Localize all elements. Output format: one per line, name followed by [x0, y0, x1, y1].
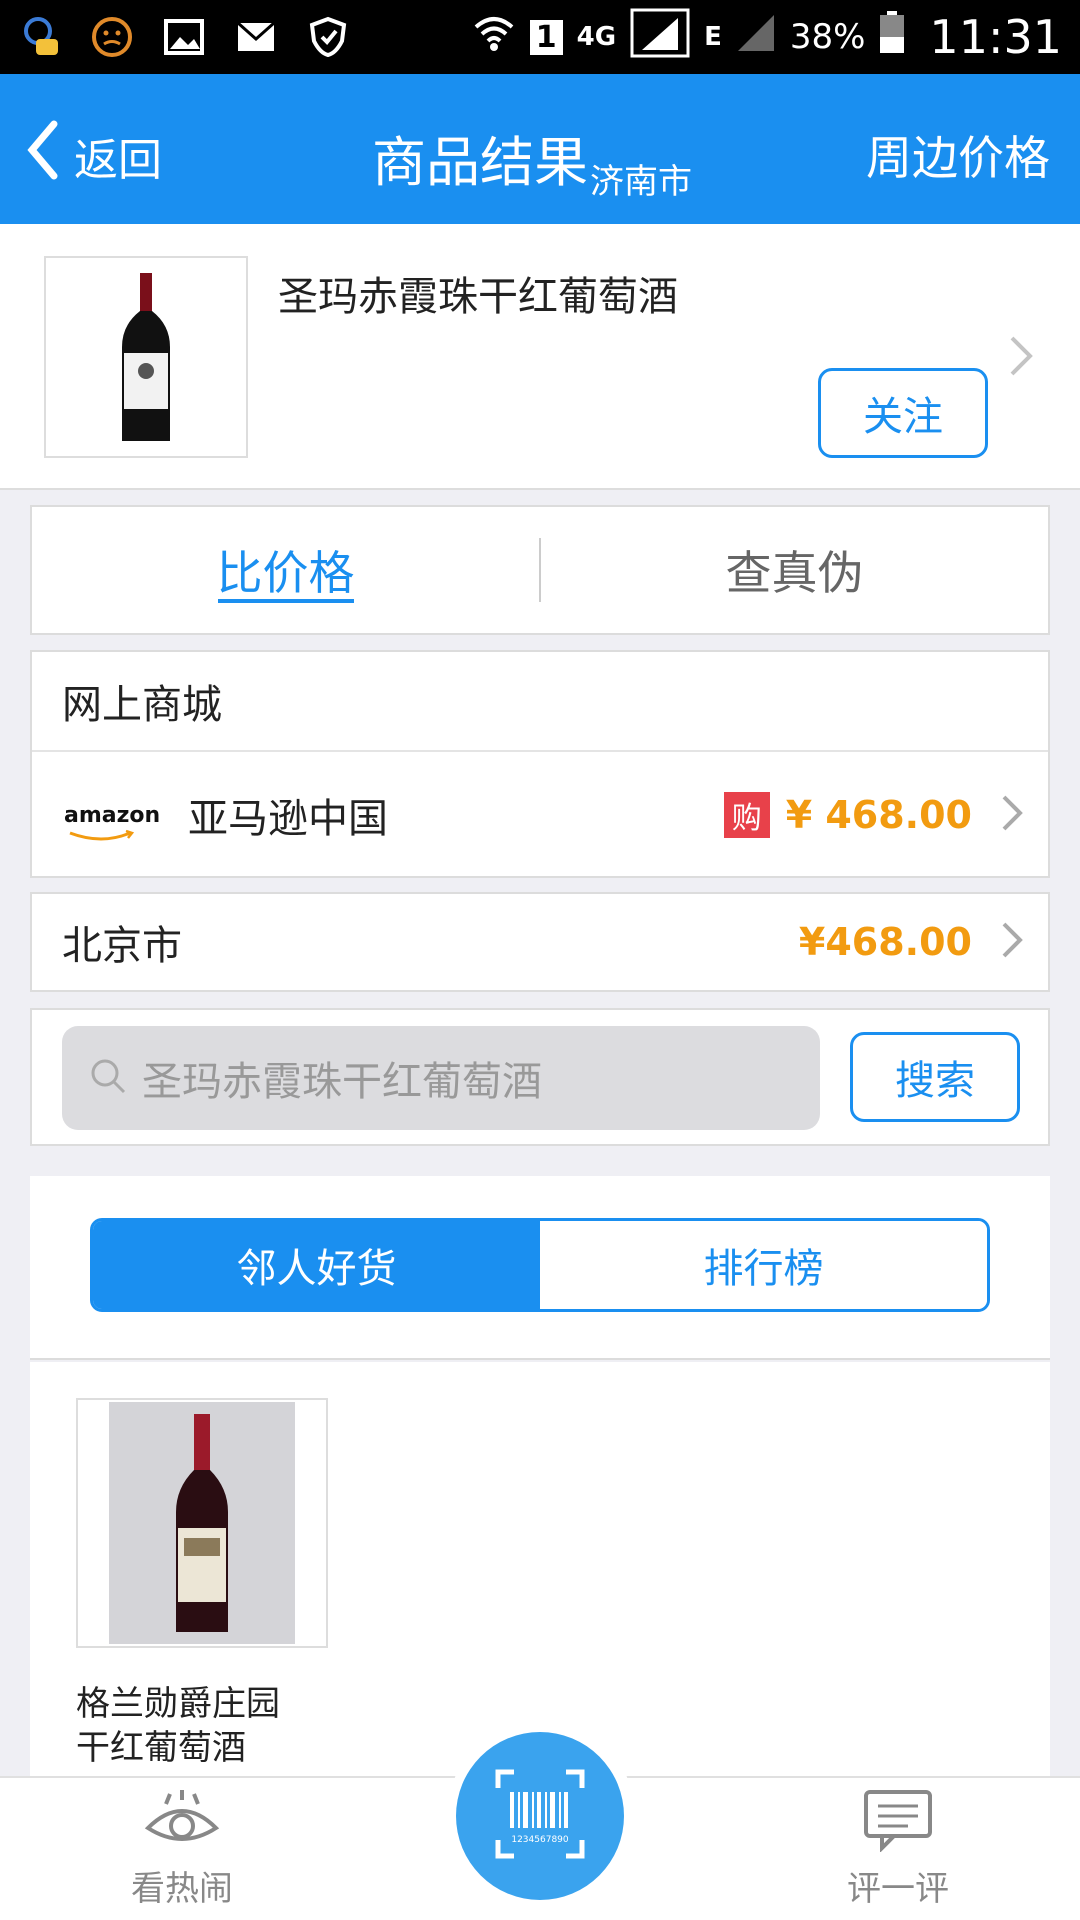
goods-photo — [109, 1402, 295, 1644]
follow-button[interactable]: 关注 — [818, 368, 988, 458]
search-icon — [88, 1056, 128, 1100]
barcode-scan-icon: 1234567890 — [492, 1766, 588, 1866]
product-header[interactable]: 圣玛赤霞珠干红葡萄酒 关注 — [0, 224, 1080, 490]
tab-bar: 比价格 查真伪 — [30, 505, 1050, 635]
back-label: 返回 — [74, 134, 162, 186]
shop-name: 亚马逊中国 — [188, 796, 388, 842]
data-type: E — [704, 22, 722, 52]
nav-watch-label: 看热闹 — [131, 1869, 233, 1909]
tab-verify-label: 查真伪 — [725, 546, 864, 600]
tab-compare-label: 比价格 — [216, 546, 355, 600]
scan-barcode-button[interactable]: 1234567890 — [456, 1732, 624, 1900]
battery-icon — [879, 10, 905, 64]
goods-name-line2: 干红葡萄酒 — [76, 1728, 246, 1768]
goods-name[interactable]: 格兰勋爵庄园 干红葡萄酒 — [76, 1682, 376, 1770]
goods-image[interactable] — [76, 1398, 328, 1648]
goods-name-line1: 格兰勋爵庄园 — [76, 1684, 280, 1724]
network-type: 4G — [576, 22, 617, 52]
shop-price: ¥ 468.00 — [785, 793, 972, 837]
amazon-logo-text: amazon — [64, 802, 161, 828]
city-price-row[interactable]: 北京市 ¥468.00 — [30, 892, 1050, 992]
city-price: ¥468.00 — [798, 920, 972, 964]
signal-icon — [630, 8, 690, 67]
nav-review-button[interactable]: 评一评 — [818, 1788, 978, 1910]
clock: 11:31 — [929, 10, 1062, 64]
eye-icon — [144, 1788, 220, 1861]
search-input[interactable]: 圣玛赤霞珠干红葡萄酒 — [62, 1026, 820, 1130]
segmented-control: 邻人好货 排行榜 — [90, 1218, 990, 1312]
tab-compare-price[interactable]: 比价格 — [32, 507, 539, 633]
chevron-right-icon — [1000, 920, 1024, 964]
product-name: 圣玛赤霞珠干红葡萄酒 — [278, 274, 678, 320]
nav-review-label: 评一评 — [847, 1869, 949, 1909]
section-title: 网上商城 — [32, 652, 1048, 752]
search-button[interactable]: 搜索 — [850, 1032, 1020, 1122]
status-bar: 1 4G E 38% 11:31 — [0, 0, 1080, 74]
nav-watch-button[interactable]: 看热闹 — [102, 1788, 262, 1910]
shield-check-icon — [306, 15, 350, 59]
segment-section: 邻人好货 排行榜 — [30, 1176, 1050, 1360]
gallery-icon — [162, 15, 206, 59]
buy-badge: 购 — [723, 792, 770, 838]
chevron-right-icon — [1000, 793, 1024, 837]
tab-verify[interactable]: 查真伪 — [541, 507, 1048, 633]
tab-underline — [217, 599, 354, 603]
shop-row[interactable]: amazon 亚马逊中国 购 ¥ 468.00 — [32, 752, 1048, 878]
online-store-section: 网上商城 amazon 亚马逊中国 购 ¥ 468.00 — [30, 650, 1050, 878]
barcode-digits: 1234567890 — [511, 1835, 569, 1845]
wifi-icon — [472, 13, 516, 62]
title-city: 济南市 — [590, 162, 692, 202]
mail-icon — [234, 15, 278, 59]
chat-notification-icon — [18, 15, 62, 59]
signal-icon-2 — [736, 13, 776, 62]
chevron-right-icon — [1008, 334, 1034, 382]
back-button[interactable]: 返回 — [26, 120, 162, 191]
segment-ranking[interactable]: 排行榜 — [540, 1221, 987, 1309]
city-name: 北京市 — [62, 923, 182, 969]
nearby-price-button[interactable]: 周边价格 — [866, 122, 1050, 188]
title-text: 商品结果 — [372, 131, 588, 194]
segment-neighbor-goods[interactable]: 邻人好货 — [93, 1221, 540, 1309]
amazon-logo: amazon — [64, 803, 160, 840]
battery-percent: 38% — [789, 17, 866, 57]
comment-icon — [862, 1788, 934, 1861]
search-placeholder: 圣玛赤霞珠干红葡萄酒 — [142, 1059, 542, 1105]
chevron-left-icon — [26, 120, 60, 191]
face-notification-icon — [90, 15, 134, 59]
product-image — [44, 256, 248, 458]
nav-bar: 返回 商品结果 济南市 周边价格 — [0, 74, 1080, 224]
page-title: 商品结果 济南市 — [372, 118, 692, 202]
sim-slot-icon: 1 — [529, 19, 563, 55]
search-section: 圣玛赤霞珠干红葡萄酒 搜索 — [30, 1008, 1050, 1146]
